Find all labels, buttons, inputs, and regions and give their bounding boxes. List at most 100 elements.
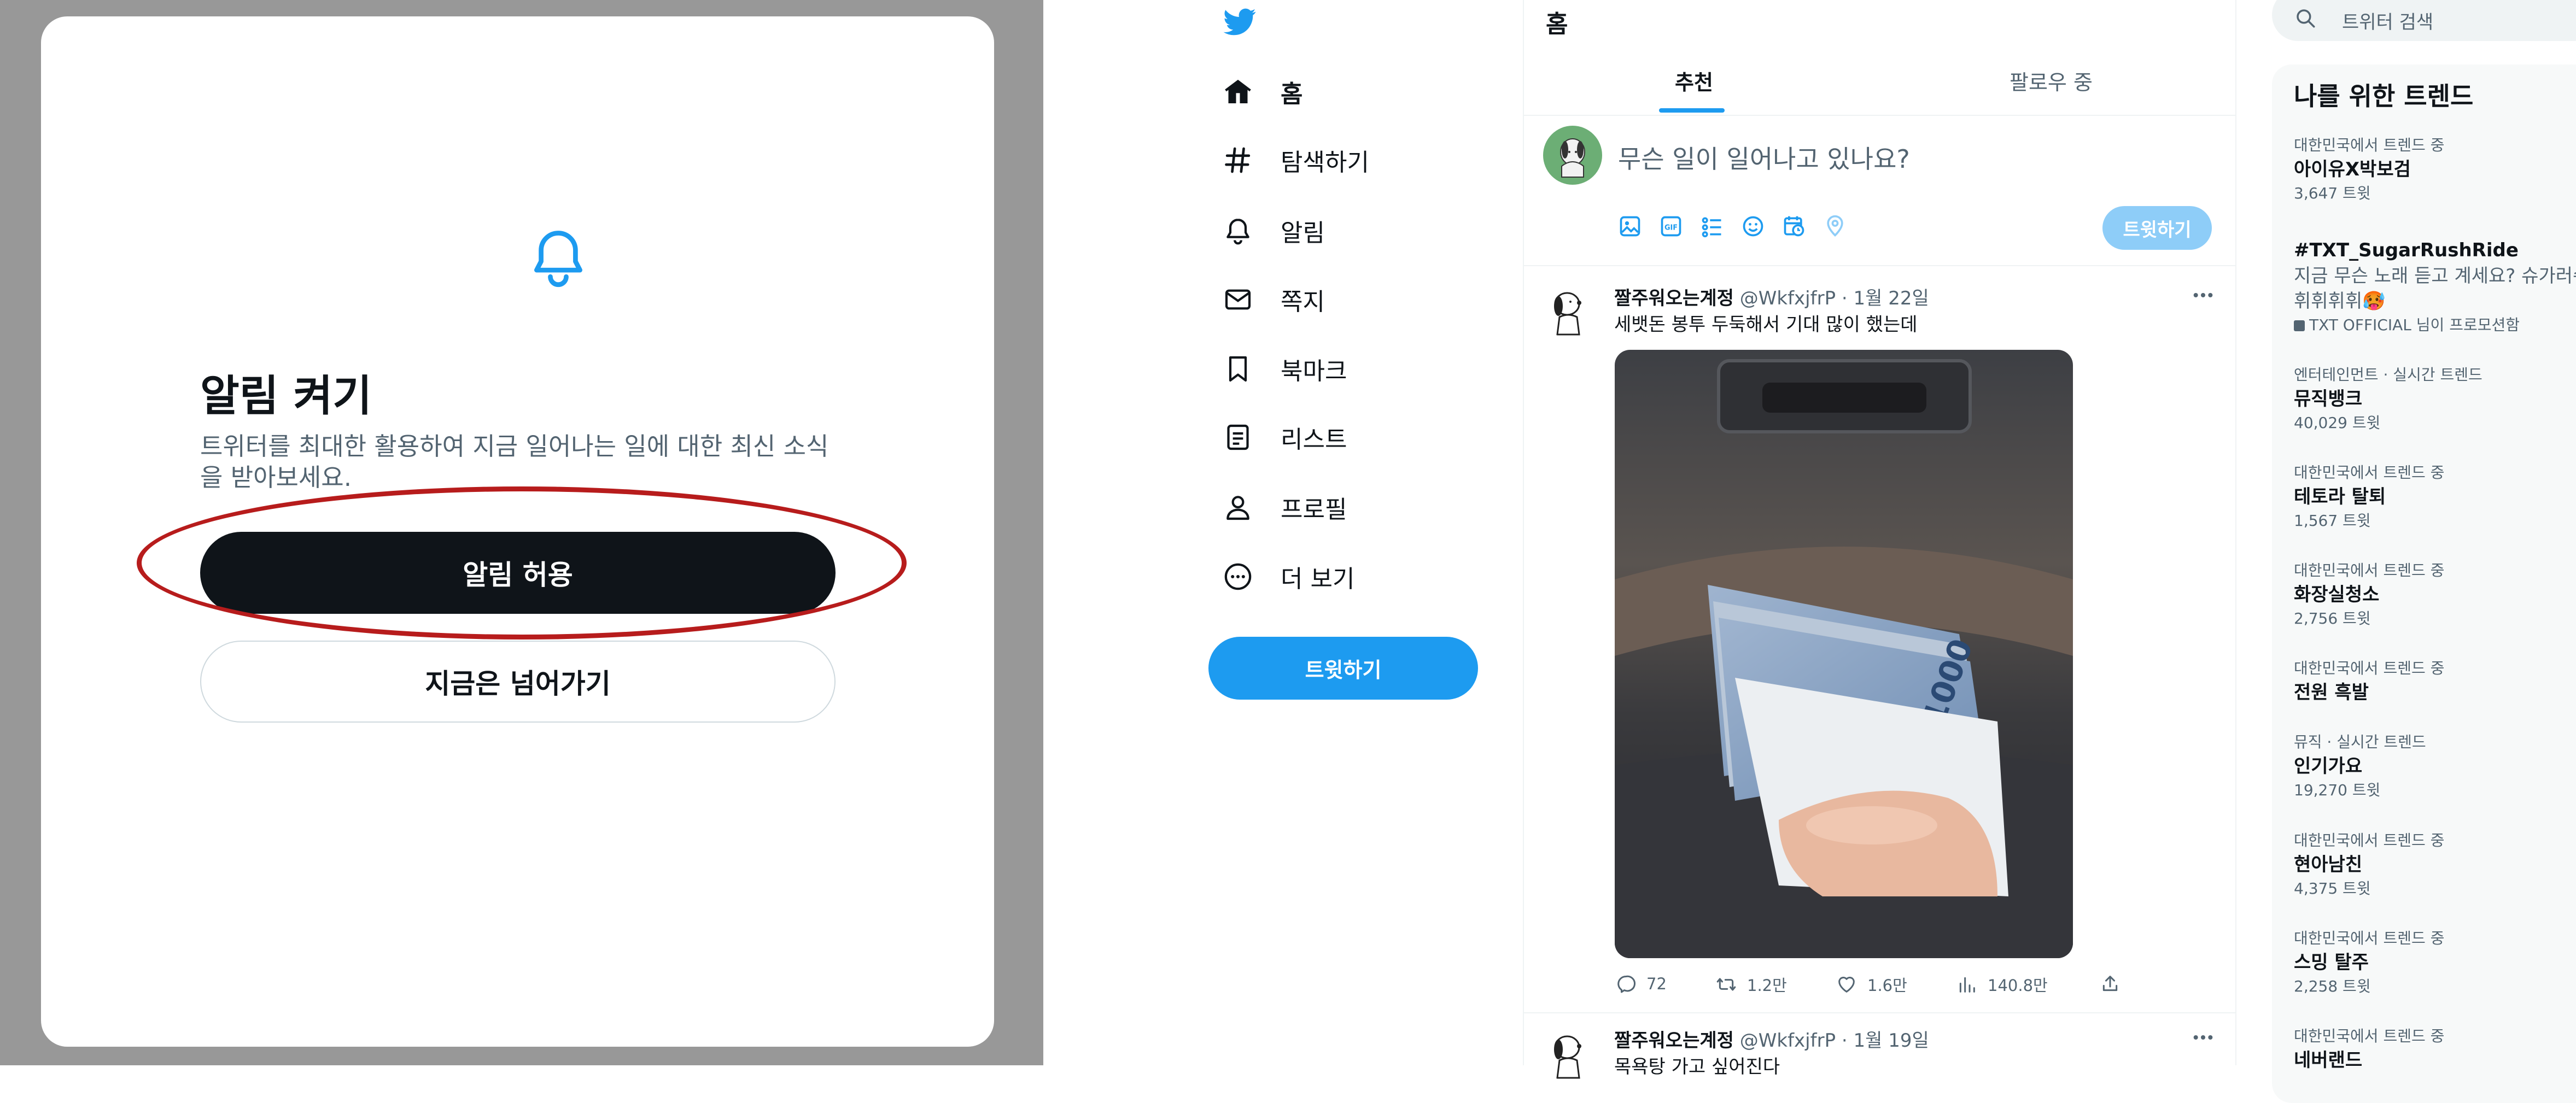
svg-text:GIF: GIF	[1664, 224, 1678, 232]
sidebar-item-lists[interactable]: 리스트	[1223, 415, 1347, 459]
avatar[interactable]	[1543, 126, 1602, 185]
promoted-icon	[2294, 320, 2305, 331]
image-icon[interactable]	[1618, 214, 1642, 238]
sidebar-item-label: 북마크	[1281, 357, 1347, 385]
tweet-date[interactable]: · 1월 19일	[1842, 1030, 1929, 1052]
tweet-photo-envelope-money: 1000	[1615, 350, 2073, 958]
more-circle-icon	[1224, 563, 1252, 590]
location-icon[interactable]	[1823, 214, 1847, 238]
sidebar-item-label: 쪽지	[1281, 288, 1325, 316]
trend-item-promoted[interactable]: #TXT_SugarRushRide 지금 무슨 노래 듣고 계세요? 슈가러쉬…	[2294, 237, 2576, 337]
reply-button[interactable]: 72	[1615, 973, 1667, 995]
avatar[interactable]	[1543, 284, 1598, 339]
compose-tweet-button[interactable]: 트윗하기	[2102, 206, 2212, 250]
tweet-handle[interactable]: @WkfxjfrP	[1740, 288, 1836, 309]
tweet-date[interactable]: · 1월 22일	[1842, 288, 1929, 309]
trends-panel: 나를 위한 트렌드 대한민국에서 트렌드 중 아이유X박보검 3,647 트윗 …	[2272, 64, 2576, 1103]
more-options-icon[interactable]	[2192, 1033, 2214, 1042]
trend-context: 대한민국에서 트렌드 중	[2294, 929, 2445, 947]
tweet-author-name[interactable]: 짤주워오는계정	[1614, 288, 1734, 309]
sidebar-item-bookmarks[interactable]: 북마크	[1223, 347, 1347, 391]
sidebar: 홈 탐색하기 알림 쪽지 북마크 리스트 프로필 더 보기 트윗하기	[1192, 0, 1509, 1065]
trend-context: 대한민국에서 트렌드 중	[2294, 831, 2445, 849]
sidebar-item-explore[interactable]: 탐색하기	[1223, 138, 1369, 182]
like-button[interactable]: 1.6만	[1836, 973, 1907, 996]
tweet-button[interactable]: 트윗하기	[1208, 637, 1478, 700]
trend-name: 전원 흑발	[2294, 682, 2369, 703]
sidebar-item-label: 홈	[1281, 80, 1303, 108]
trend-item[interactable]: 대한민국에서 트렌드 중 네버랜드	[2294, 1025, 2576, 1073]
avatar-image	[1560, 138, 1585, 178]
trend-name: 뮤직뱅크	[2294, 388, 2363, 410]
sidebar-item-home[interactable]: 홈	[1223, 70, 1302, 114]
trend-item[interactable]: 대한민국에서 트렌드 중 테토라 탈퇴 1,567 트윗	[2294, 462, 2576, 532]
trends-title: 나를 위한 트렌드	[2294, 81, 2474, 111]
trend-context: 대한민국에서 트렌드 중	[2294, 659, 2445, 677]
emoji-icon[interactable]	[1741, 214, 1765, 238]
retweet-count: 1.2만	[1747, 976, 1787, 995]
share-button[interactable]	[2099, 973, 2131, 995]
bookmark-icon	[1229, 356, 1247, 382]
tweet-author-name[interactable]: 짤주워오는계정	[1614, 1030, 1734, 1052]
trend-name: 네버랜드	[2294, 1049, 2363, 1071]
trend-item[interactable]: 대한민국에서 트렌드 중 전원 흑발	[2294, 658, 2576, 706]
search-bar[interactable]: 트위터 검색	[2272, 0, 2576, 41]
tweet-handle[interactable]: @WkfxjfrP	[1740, 1030, 1836, 1052]
tweet-header: 짤주워오는계정 @WkfxjfrP · 1월 19일	[1614, 1025, 1929, 1052]
tab-for-you[interactable]: 추천	[1675, 66, 1713, 96]
search-input[interactable]: 트위터 검색	[2342, 7, 2433, 34]
schedule-icon[interactable]	[1782, 214, 1806, 238]
sidebar-item-label: 알림	[1281, 219, 1325, 247]
divider	[1524, 115, 2235, 116]
divider	[1524, 1012, 2235, 1013]
compose-input[interactable]: 무슨 일이 일어나고 있나요?	[1618, 139, 1910, 175]
twitter-logo-icon[interactable]	[1219, 5, 1260, 38]
more-options-icon[interactable]	[2192, 291, 2214, 300]
trend-item[interactable]: 대한민국에서 트렌드 중 스밍 탈주 2,258 트윗	[2294, 928, 2576, 998]
trend-item[interactable]: 엔터테인먼트 · 실시간 트렌드 뮤직뱅크 40,029 트윗	[2294, 364, 2576, 434]
trend-item[interactable]: 대한민국에서 트렌드 중 아이유X박보검 3,647 트윗	[2294, 134, 2576, 204]
list-icon	[1227, 424, 1249, 450]
home-icon	[1225, 79, 1251, 103]
analytics-icon	[1959, 977, 1975, 993]
page-title: 홈	[1546, 10, 1568, 38]
trend-name: 화장실청소	[2294, 584, 2380, 606]
retweet-button[interactable]: 1.2만	[1715, 973, 1787, 996]
right-sidebar: 트위터 검색 나를 위한 트렌드 대한민국에서 트렌드 중 아이유X박보검 3,…	[2264, 0, 2576, 1103]
trend-count: 3,647 트윗	[2294, 184, 2371, 202]
gif-icon[interactable]: GIF	[1659, 214, 1683, 238]
reply-icon	[1617, 975, 1636, 993]
like-count: 1.6만	[1867, 976, 1907, 995]
sidebar-item-more[interactable]: 더 보기	[1223, 555, 1354, 599]
sidebar-item-profile[interactable]: 프로필	[1223, 485, 1347, 529]
avatar[interactable]	[1543, 1028, 1598, 1082]
share-icon	[2102, 976, 2118, 991]
heart-icon	[1838, 977, 1855, 993]
poll-icon[interactable]	[1700, 214, 1724, 238]
sidebar-item-notifications[interactable]: 알림	[1223, 209, 1325, 253]
trend-name: #TXT_SugarRushRide	[2294, 239, 2519, 261]
active-tab-indicator	[1659, 108, 1725, 113]
bell-icon	[1226, 219, 1249, 245]
snoopy-avatar-image	[1554, 1035, 1581, 1079]
snoopy-avatar-image	[1554, 292, 1581, 336]
bell-icon	[534, 231, 582, 288]
tab-following[interactable]: 팔로우 중	[2010, 66, 2093, 96]
trend-name: 테토라 탈퇴	[2294, 486, 2386, 508]
skip-for-now-button[interactable]: 지금은 넘어가기	[200, 641, 836, 723]
hashtag-icon	[1225, 147, 1251, 173]
reply-count: 72	[1646, 975, 1667, 993]
modal-title: 알림 켜기	[200, 372, 372, 421]
sidebar-item-messages[interactable]: 쪽지	[1223, 278, 1325, 321]
tweet-image[interactable]: 1000	[1615, 350, 2073, 958]
views-button[interactable]: 140.8만	[1956, 973, 2048, 996]
trend-count: 4,375 트윗	[2294, 879, 2371, 897]
allow-notifications-button[interactable]: 알림 허용	[200, 532, 836, 614]
view-count: 140.8만	[1988, 976, 2048, 995]
trend-item[interactable]: 대한민국에서 트렌드 중 화장실청소 2,756 트윗	[2294, 560, 2576, 630]
envelope-icon	[1225, 289, 1251, 310]
trend-item[interactable]: 대한민국에서 트렌드 중 현아남친 4,375 트윗	[2294, 830, 2576, 900]
trend-count: 2,258 트윗	[2294, 977, 2371, 995]
trend-name: 스밍 탈주	[2294, 952, 2369, 973]
trend-item[interactable]: 뮤직 · 실시간 트렌드 인기가요 19,270 트윗	[2294, 731, 2576, 801]
